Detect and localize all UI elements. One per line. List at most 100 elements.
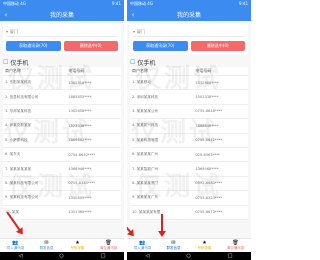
location-pin-icon: ▾ — [6, 29, 9, 34]
phone-number: 0755-8642**** — [68, 152, 96, 157]
table-row[interactable]: 6. 某东天 0755-8642**** — [3, 148, 121, 163]
search-panel: ▾ 厦门 获取通讯录(70) 删除选中(0) — [3, 24, 121, 54]
merchant-name: 8. 某某某某厦门 — [132, 180, 159, 185]
merchant-name: 9. 某某某某广东 — [132, 195, 159, 200]
merchant-name: 8. 某某科技有限公司 — [5, 180, 39, 185]
merchant-name: 10. 某某某某有限 — [132, 209, 161, 214]
table-row[interactable]: 5. 某某科技有限 0755-8642**** — [130, 134, 248, 148]
phone-number: 1869882**** — [68, 138, 92, 143]
phone-number: 0755-8648**** — [195, 109, 223, 114]
column-phone: 电话号码 — [68, 68, 85, 73]
phone-number: 1502338**** — [195, 95, 219, 100]
title-bar: ‹ 我的采集 — [0, 8, 124, 21]
tab-send-message[interactable]: ✉ 群发信息 — [31, 239, 62, 252]
table-row[interactable]: 3. 华邦某某科技 1302658**** — [3, 105, 121, 120]
table-header: 商户名称 电话号码 — [3, 67, 121, 76]
phone-number: 1382318**** — [68, 80, 92, 85]
system-nav-bar: ◁ ○ □ — [0, 252, 124, 260]
import-contacts-button[interactable]: 获取通讯录(70) — [6, 41, 61, 51]
tab-clear-contacts[interactable]: 🗑 清空通讯录 — [93, 239, 124, 252]
nav-home-icon[interactable]: ○ — [59, 253, 63, 259]
status-bar: 中国移动 4G 9:41 — [127, 0, 251, 8]
phone-number: 1351365**** — [68, 210, 92, 215]
merchant-name: 2. 深圳某某科技 — [132, 94, 159, 99]
table-row[interactable]: 2. 深圳某某科技 1502338**** — [130, 90, 248, 105]
page-title: 我的采集 — [176, 12, 201, 19]
list-header: ☐ 仅手机 — [130, 57, 248, 67]
table-row[interactable]: 7. 某某智能广州 1369468**** — [130, 162, 248, 177]
status-time: 9:41 — [112, 1, 121, 6]
status-carrier: 中国移动 4G — [3, 1, 26, 6]
table-row[interactable]: 5. 小萨泰科技 1869882**** — [3, 134, 121, 148]
table-row[interactable]: 4. 伊莱克斯某某 1523338**** — [3, 119, 121, 134]
column-name: 商户名称 — [5, 68, 21, 73]
tab-import-contacts[interactable]: 👥 导入通讯录 — [127, 239, 158, 252]
merchant-name: 5. 小萨泰科技 — [5, 137, 28, 142]
page-title: 我的采集 — [49, 12, 74, 19]
phone-number: 1885855**** — [68, 95, 92, 100]
nav-back-icon[interactable]: ◁ — [146, 253, 150, 259]
merchant-name: 10. 某某 — [5, 209, 20, 214]
nav-home-icon[interactable]: ○ — [186, 253, 190, 259]
list-title: 仅手机 — [10, 59, 29, 67]
phone-number: 0755-8673**** — [195, 210, 223, 215]
table-row[interactable]: 6. 某某某某广州 020-8563**** — [130, 148, 248, 163]
phone-number: 1868846**** — [195, 123, 219, 128]
delete-selected-button[interactable]: 删除选中(0) — [190, 41, 245, 51]
table-row[interactable]: 2. 信息科技有限公司 1885855**** — [3, 90, 121, 105]
table-header: 商户名称 电话号码 — [130, 67, 248, 76]
status-time: 9:41 — [239, 1, 248, 6]
table-row[interactable]: 10. 某某 1351365**** — [3, 206, 121, 220]
pointer-arrow — [127, 218, 133, 235]
delete-selected-button[interactable]: 删除选中(0) — [63, 41, 118, 51]
table-row[interactable]: 9. 某某科技有限公司 1350809**** — [3, 191, 121, 206]
table-row[interactable]: 3. 某某某某公司 0755-8648**** — [130, 105, 248, 120]
table-row[interactable]: 4. 某某新兴科技 1868846**** — [130, 119, 248, 134]
merchant-name: 2. 信息科技有限公司 — [5, 94, 39, 99]
merchant-name: 3. 某某某某公司 — [132, 108, 159, 113]
location-field[interactable]: ▾ 厦门 — [133, 27, 245, 37]
nav-recent-icon[interactable]: □ — [101, 253, 106, 259]
phone-number: 1302658**** — [68, 109, 92, 114]
merchant-name: 7. 某某某某某某 — [5, 166, 32, 171]
bottom-tab-bar: 👥 导入通讯录 ✉ 群发信息 ★ 号码采集 🗑 清空通讯录 — [0, 238, 124, 252]
tab-collect-numbers[interactable]: ★ 号码采集 — [189, 239, 220, 252]
back-arrow-icon[interactable]: ‹ — [0, 11, 12, 19]
phone-screen-left: 中国移动 4G 9:41 ‹ 我的采集 ▾ 厦门 获取通讯录(70) 删除选中(… — [0, 0, 124, 260]
phone-number: 1532688**** — [195, 80, 219, 85]
import-contacts-button[interactable]: 获取通讯录(70) — [133, 41, 188, 51]
table-row[interactable]: 7. 某某某某某某 1368946**** — [3, 162, 121, 177]
tab-import-contacts[interactable]: 👥 导入通讯录 — [0, 239, 31, 252]
phone-icon: ☐ — [3, 58, 9, 66]
merchant-name: 6. 某东天 — [5, 152, 21, 157]
tab-clear-contacts[interactable]: 🗑 清空通讯录 — [220, 239, 251, 252]
status-carrier: 中国移动 4G — [130, 1, 153, 6]
phone-icon: ☐ — [130, 58, 136, 66]
nav-back-icon[interactable]: ◁ — [19, 253, 23, 259]
phone-number: 0592-8683**** — [195, 181, 223, 186]
phone-screen-right: 中国移动 4G 9:41 ‹ 我的采集 ▾ 厦门 获取通讯录(70) 删除选中(… — [127, 0, 251, 260]
list-header: ☐ 仅手机 — [3, 57, 121, 67]
column-name: 商户名称 — [132, 68, 148, 73]
pointer-arrow — [158, 214, 166, 237]
table-row[interactable]: 9. 某某某某广东 0755-8323**** — [130, 191, 248, 206]
table-row[interactable]: 1. 某某移动 1532688**** — [130, 76, 248, 91]
table-row[interactable]: 10. 某某某某有限 0755-8673**** — [130, 206, 248, 220]
tab-send-message[interactable]: ✉ 群发信息 — [158, 239, 189, 252]
table-row[interactable]: 1. 东阳某某科技 1382318**** — [3, 76, 121, 91]
location-field[interactable]: ▾ 厦门 — [6, 27, 118, 37]
tab-collect-numbers[interactable]: ★ 号码采集 — [62, 239, 93, 252]
table-row[interactable]: 8. 某某科技有限公司 0755-8345**** — [3, 177, 121, 192]
back-arrow-icon[interactable]: ‹ — [127, 11, 139, 19]
status-bar: 中国移动 4G 9:41 — [0, 0, 124, 8]
merchant-name: 3. 华邦某某科技 — [5, 108, 32, 113]
table-row[interactable]: 8. 某某某某厦门 0592-8683**** — [130, 177, 248, 192]
merchant-name: 6. 某某某某广州 — [132, 152, 159, 157]
nav-recent-icon[interactable]: □ — [228, 253, 233, 259]
location-field-value: 厦门 — [137, 28, 146, 34]
merchant-name: 1. 东阳某某科技 — [5, 80, 32, 85]
title-bar: ‹ 我的采集 — [127, 8, 251, 21]
contact-table: 商户名称 电话号码 1. 某某移动 1532688**** 2. 深圳某某科技 150… — [130, 67, 248, 220]
merchant-name: 1. 某某移动 — [132, 80, 151, 85]
merchant-name: 5. 某某科技有限 — [132, 137, 159, 142]
